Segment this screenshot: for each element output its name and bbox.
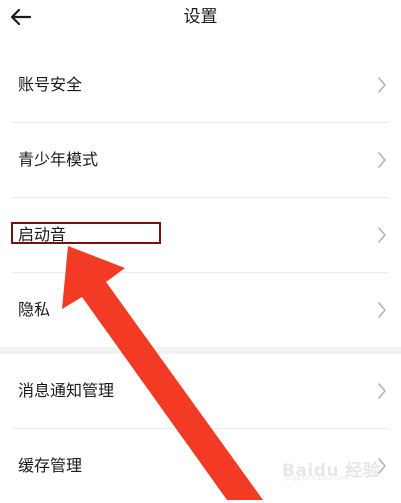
settings-item-label: 隐私 — [18, 300, 51, 319]
settings-item-label: 青少年模式 — [18, 150, 99, 169]
settings-item-privacy[interactable]: 隐私 — [0, 273, 401, 347]
watermark-logo: Baidu 经验 jingyan.baidu.com — [282, 461, 381, 482]
settings-item-label: 账号安全 — [18, 75, 83, 94]
chevron-right-icon — [378, 383, 386, 399]
settings-list: 账号安全 青少年模式 启动音 隐私 消息通知管理 缓存管理 — [0, 48, 401, 503]
chevron-right-icon — [378, 77, 386, 93]
settings-item-notifications[interactable]: 消息通知管理 — [0, 354, 401, 428]
top-bar: 设置 — [0, 0, 401, 36]
settings-item-label: 缓存管理 — [18, 456, 83, 475]
chevron-right-icon — [378, 152, 386, 168]
section-separator — [0, 347, 401, 354]
chevron-right-icon — [378, 302, 386, 318]
settings-item-teen-mode[interactable]: 青少年模式 — [0, 123, 401, 197]
chevron-right-icon — [378, 227, 386, 243]
page-title: 设置 — [183, 7, 218, 27]
highlight-box — [11, 222, 161, 244]
settings-item-account-security[interactable]: 账号安全 — [0, 48, 401, 122]
settings-item-label: 消息通知管理 — [18, 381, 115, 400]
